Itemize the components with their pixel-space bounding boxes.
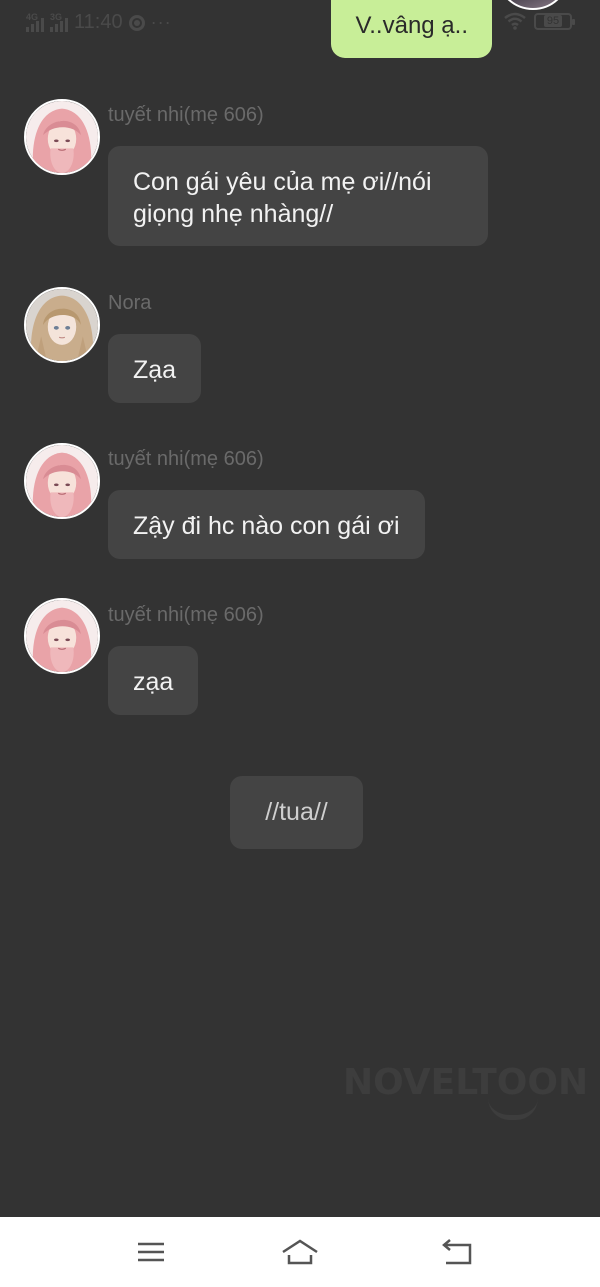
navigation-bar [0,1217,600,1287]
narration-text: //tua// [265,798,328,826]
pink-hair-avatar[interactable] [24,443,100,519]
sent-message-text: V..vâng ạ.. [355,12,468,39]
sender-name: tuyết nhi(mẹ 606) [108,604,264,626]
sender-name: tuyết nhi(mẹ 606) [108,448,264,470]
back-button[interactable] [437,1235,477,1269]
wifi-icon [504,12,526,30]
home-icon [282,1239,318,1265]
more-notifications-icon: ··· [150,12,172,32]
sent-message-bubble[interactable]: V..vâng ạ.. [331,0,492,58]
pink-hair-avatar[interactable] [24,99,100,175]
message-text: Zậy đi hc nào con gái ơi [133,512,400,540]
network-type-2: 3G [50,11,63,22]
status-bar: 4G 3G 11:40 ··· 95 [0,0,600,48]
message-text: Zạa [133,356,177,384]
watermark-smile-icon [488,1098,538,1120]
network-type-1: 4G [26,11,39,22]
menu-button[interactable] [130,1235,170,1269]
noveltoon-watermark: NOVELTOON [343,1062,589,1103]
status-left: 4G 3G 11:40 ··· [26,11,172,34]
sender-name: Nora [108,292,152,314]
message-bubble[interactable]: zạa [108,646,199,715]
battery-level: 95 [543,15,563,27]
blonde-hair-avatar[interactable] [24,287,100,363]
message-text: zạa [133,668,174,696]
signal-icon-1: 4G [26,11,44,32]
back-icon [442,1239,472,1265]
narration-bubble[interactable]: //tua// [230,776,363,849]
chrome-icon [128,14,145,31]
message-text: Con gái yêu của mẹ ơi//nói giọng nhẹ nhà… [133,168,432,228]
menu-icon [138,1242,164,1262]
status-time: 11:40 [74,11,123,33]
signal-icon-2: 3G [50,11,68,32]
message-bubble[interactable]: Zậy đi hc nào con gái ơi [108,490,425,559]
home-button[interactable] [280,1235,320,1269]
message-bubble[interactable]: Zạa [108,334,202,403]
battery-icon: 95 [534,12,575,30]
sender-name: tuyết nhi(mẹ 606) [108,104,264,126]
status-right: 95 [504,12,575,30]
message-bubble[interactable]: Con gái yêu của mẹ ơi//nói giọng nhẹ nhà… [108,146,488,246]
chat-screen: 4G 3G 11:40 ··· 95 V..vâng ạ.. tuyết nhi… [0,0,600,1287]
pink-hair-avatar[interactable] [24,598,100,674]
